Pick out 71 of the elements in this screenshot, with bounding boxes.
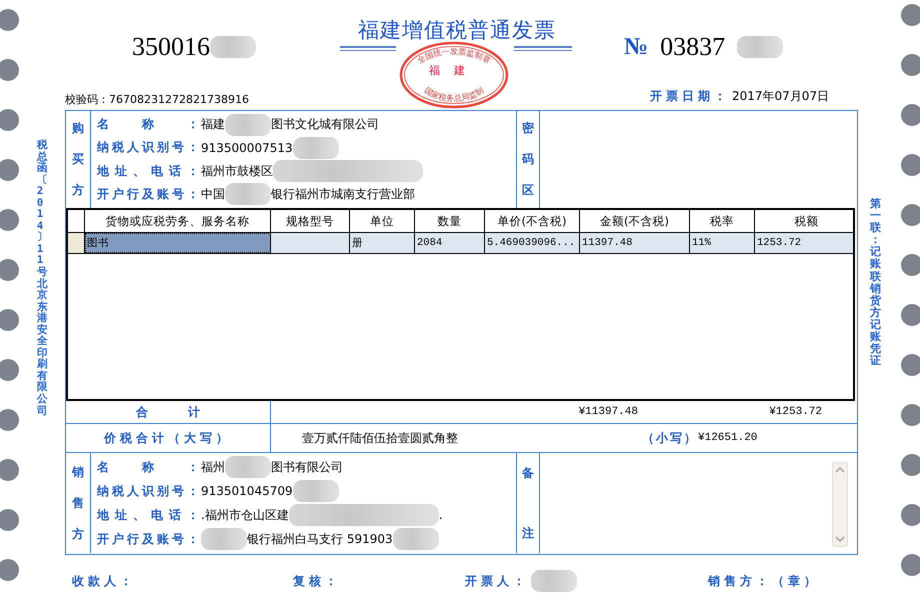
field-label: 纳税人识别号：	[97, 482, 199, 500]
amount-in-words: 壹万贰仟陆佰伍拾壹圆贰角整	[302, 430, 459, 446]
seal-text: 福建	[429, 64, 479, 77]
redaction-blur	[737, 36, 784, 58]
copy-note: 第一联：记账联销货方记账凭证	[870, 198, 886, 368]
column-header[interactable]: 金额(不含税)	[580, 210, 690, 232]
check-code: 校验码：76708231272821738916	[65, 93, 249, 106]
redaction-blur	[531, 570, 577, 592]
redaction-blur	[292, 480, 339, 502]
field-value: .福州市仓山区建	[201, 506, 289, 524]
table-cell[interactable]: 11%	[690, 233, 755, 253]
signature-label: 复核：	[293, 572, 341, 590]
column-header[interactable]: 单价(不含税)	[485, 210, 580, 232]
field-value: 中国	[201, 186, 225, 203]
issue-date: 2017年07月07日	[732, 88, 830, 104]
section-label: 备注	[522, 465, 534, 542]
field-label: 名称：	[97, 458, 199, 476]
field-value: 350016	[132, 32, 210, 62]
table-cell[interactable]: 11397.48	[580, 233, 690, 253]
grand-total-label: 价税合计（大写）	[104, 430, 232, 446]
redaction-blur	[210, 36, 256, 58]
column-header[interactable]: 规格型号	[271, 210, 350, 232]
table-cell[interactable]: 2084	[415, 233, 485, 253]
redaction-blur	[225, 456, 271, 478]
field-value: 福建	[201, 116, 225, 134]
seal-text: 国家税务总局监制	[422, 86, 486, 104]
column-header[interactable]: 税率	[690, 210, 755, 232]
total-label: 合计	[136, 404, 240, 420]
field-value: 银行福州市城南支行营业部	[271, 186, 415, 203]
column-header[interactable]: 货物或应税劳务、服务名称	[85, 210, 271, 232]
field-label: 名称：	[97, 116, 199, 134]
table-cell[interactable]: 1253.72	[755, 233, 858, 253]
section-label: 购买方	[72, 120, 84, 199]
field-label: 纳税人识别号：	[97, 139, 199, 156]
date-label: 开票日期：	[650, 88, 730, 104]
printer-note: 税总函〔2014〕11 号北京东港安全印刷有限公司	[36, 140, 52, 418]
signature-label: 销售方：（章）	[708, 572, 820, 590]
field-value: 913501045709	[201, 484, 293, 498]
row-header[interactable]	[68, 233, 85, 253]
field-value: .	[438, 508, 443, 522]
signature-label: 开票人：	[465, 572, 529, 590]
redaction-blur	[225, 183, 271, 206]
field-value: 福州	[201, 458, 225, 476]
field-value: 913500007513	[201, 140, 293, 155]
column-header[interactable]: 单位	[350, 210, 415, 232]
section-label: 销售方	[72, 464, 84, 542]
table-cell[interactable]: 图书	[85, 233, 271, 253]
number-sign: №	[624, 34, 648, 60]
field-value: 银行福州白马支行 591903	[247, 530, 393, 548]
redaction-blur	[392, 528, 439, 550]
signature-label: 收款人：	[72, 572, 136, 590]
redaction-blur	[201, 528, 247, 550]
column-header[interactable]: 税额	[755, 210, 858, 232]
seal-text: 全国统一发票监制章	[416, 47, 492, 66]
field-value: 福州市鼓楼区	[201, 162, 273, 180]
field-value: 03837	[660, 32, 726, 62]
field-value: 图书有限公司	[271, 458, 343, 476]
redaction-blur	[225, 114, 271, 136]
table-cell[interactable]: 册	[350, 233, 415, 253]
amount-in-figures: ¥12651.20	[698, 432, 758, 444]
total-tax: ¥1253.72	[769, 406, 822, 418]
total-amount: ¥11397.48	[578, 406, 638, 418]
figure-label: （小写）	[642, 430, 698, 446]
field-label: 开户行及账号：	[97, 530, 199, 548]
field-label: 开户行及账号：	[97, 186, 199, 203]
invoice-title: 福建增值税普通发票	[358, 17, 557, 44]
section-label: 密码区	[522, 120, 534, 199]
scrollbar[interactable]	[832, 462, 848, 547]
column-header[interactable]: 数量	[415, 210, 485, 232]
table-cell[interactable]: 5.469039096...	[485, 233, 580, 253]
field-value: 图书文化城有限公司	[271, 116, 379, 134]
